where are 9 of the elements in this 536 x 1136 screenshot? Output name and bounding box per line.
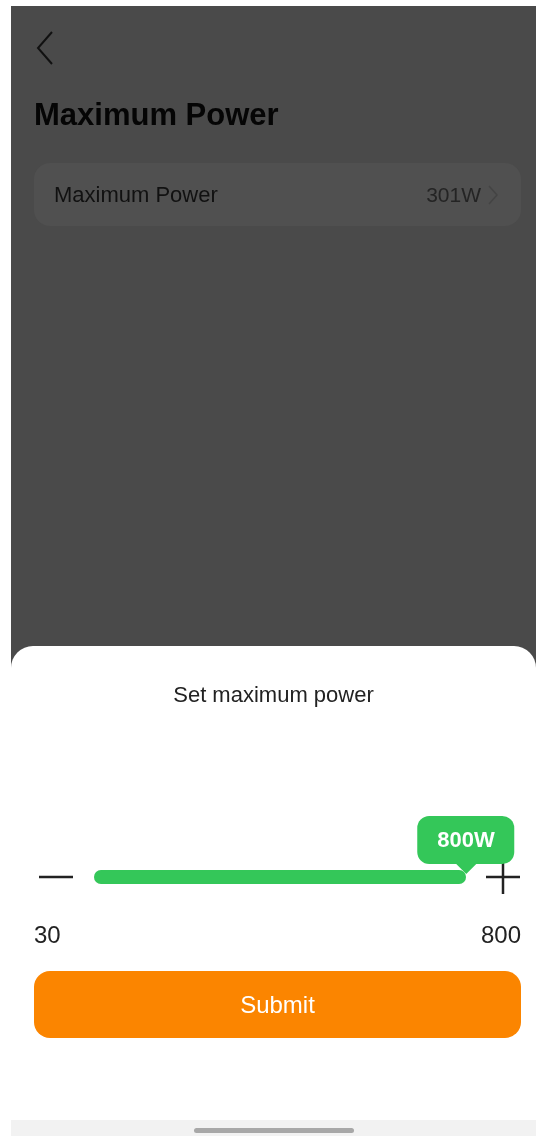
max-label: 800: [480, 920, 521, 950]
submit-button[interactable]: Submit: [34, 971, 521, 1038]
sheet-title: Set maximum power: [172, 681, 375, 709]
tooltip-pointer: [455, 863, 477, 874]
page-title: Maximum Power: [34, 96, 280, 134]
setting-label: Maximum Power: [54, 181, 218, 210]
slider-fill[interactable]: [94, 870, 466, 884]
home-indicator[interactable]: [193, 1128, 354, 1133]
min-label: 30: [34, 920, 61, 950]
